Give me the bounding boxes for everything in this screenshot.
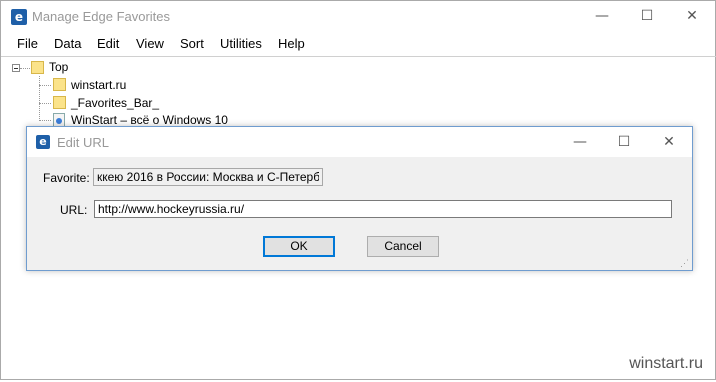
maximize-button[interactable]: ☐ xyxy=(624,1,670,32)
menu-bar: File Data Edit View Sort Utilities Help xyxy=(1,34,715,54)
menu-file[interactable]: File xyxy=(17,36,38,51)
menu-view[interactable]: View xyxy=(136,36,164,51)
folder-icon xyxy=(31,61,44,74)
folder-icon xyxy=(53,96,66,109)
dialog-maximize-button[interactable]: ☐ xyxy=(601,127,647,157)
menu-edit[interactable]: Edit xyxy=(97,36,119,51)
favorite-field[interactable] xyxy=(93,168,323,186)
tree-line xyxy=(39,103,51,104)
dialog-title: Edit URL xyxy=(57,135,110,150)
cancel-button[interactable]: Cancel xyxy=(367,236,439,257)
dialog-minimize-button[interactable]: — xyxy=(557,127,603,157)
window-title: Manage Edge Favorites xyxy=(32,9,171,24)
menu-help[interactable]: Help xyxy=(278,36,305,51)
tree-node-top[interactable]: Top xyxy=(49,58,68,76)
tree-line xyxy=(20,68,30,69)
tree-line xyxy=(39,120,51,121)
dialog-titlebar[interactable]: e Edit URL — ☐ ✕ xyxy=(27,127,692,157)
tree-node-favorites-bar[interactable]: _Favorites_Bar_ xyxy=(71,94,159,112)
resize-grip-icon[interactable]: ⋰ xyxy=(680,258,690,268)
tree-node-winstart[interactable]: winstart.ru xyxy=(71,76,126,94)
close-button[interactable]: ✕ xyxy=(669,1,715,32)
minimize-button[interactable]: — xyxy=(579,1,625,32)
menu-sort[interactable]: Sort xyxy=(180,36,204,51)
edge-favorites-icon: e xyxy=(11,9,27,25)
menu-utilities[interactable]: Utilities xyxy=(220,36,262,51)
main-titlebar[interactable]: e Manage Edge Favorites — ☐ ✕ xyxy=(1,1,715,32)
dialog-close-button[interactable]: ✕ xyxy=(646,127,692,157)
menu-data[interactable]: Data xyxy=(54,36,81,51)
url-file-icon xyxy=(53,113,65,127)
url-field[interactable] xyxy=(94,200,672,218)
tree-line xyxy=(39,85,51,86)
watermark: winstart.ru xyxy=(629,355,703,372)
edit-url-dialog: e Edit URL — ☐ ✕ Favorite: URL: OK Cance… xyxy=(26,126,693,271)
favorite-label: Favorite: xyxy=(43,171,90,185)
url-label: URL: xyxy=(60,203,88,217)
collapse-toggle-icon[interactable] xyxy=(12,64,20,72)
tree-line xyxy=(39,76,40,121)
ok-button[interactable]: OK xyxy=(263,236,335,257)
folder-icon xyxy=(53,78,66,91)
edge-favorites-icon: e xyxy=(36,135,50,149)
